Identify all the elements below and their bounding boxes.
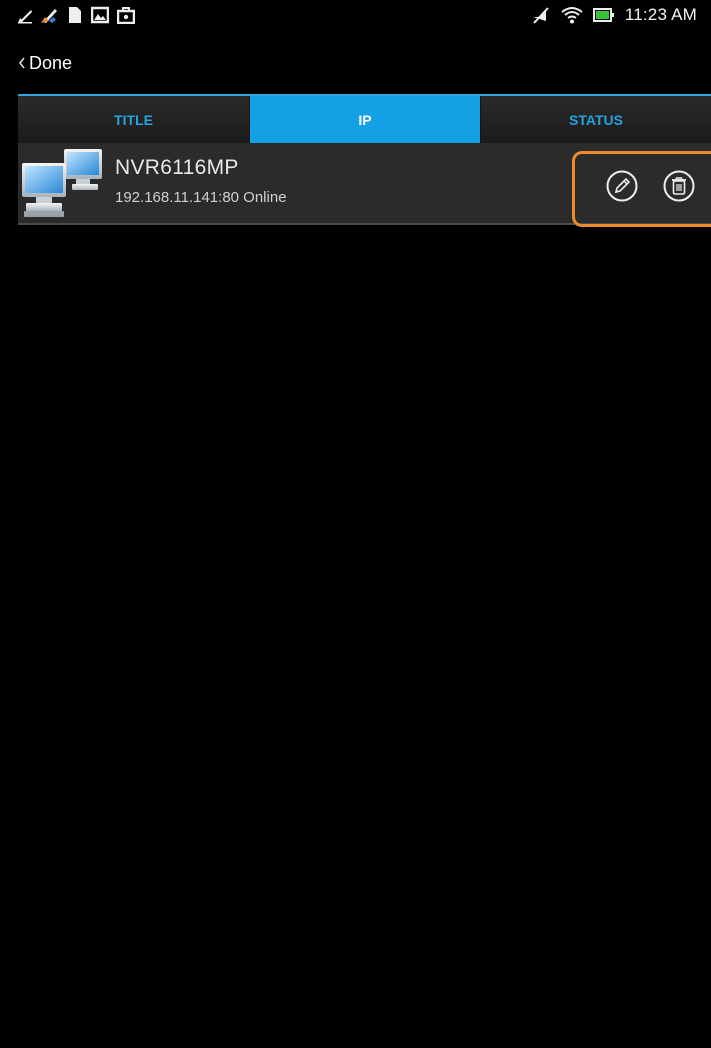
brush-icon <box>17 6 33 24</box>
device-list: NVR6116MP 192.168.11.141:80 Online <box>18 143 711 227</box>
done-button[interactable]: Done <box>18 48 72 78</box>
chevron-left-icon <box>18 57 25 69</box>
device-address: 192.168.11.141:80 Online <box>115 189 287 206</box>
header: Done <box>0 30 711 94</box>
computer-network-icon <box>20 147 108 226</box>
done-label: Done <box>29 52 73 73</box>
tab-ip[interactable]: IP <box>249 96 480 143</box>
trash-icon <box>663 170 695 202</box>
delete-button[interactable] <box>663 170 695 202</box>
broom-icon <box>40 6 60 24</box>
list-item[interactable]: NVR6116MP 192.168.11.141:80 Online <box>18 143 711 227</box>
image-icon <box>91 6 109 24</box>
status-bar: 11:23 AM <box>0 0 711 30</box>
sort-tabs: TITLE IP STATUS <box>18 96 711 143</box>
row-actions-highlight <box>572 151 711 227</box>
device-name: NVR6116MP <box>115 156 239 179</box>
document-icon <box>68 6 82 24</box>
battery-icon <box>592 7 615 23</box>
edit-button[interactable] <box>606 170 638 202</box>
clock: 11:23 AM <box>624 5 697 24</box>
status-indicators: 11:23 AM <box>531 0 697 30</box>
shopping-bag-icon <box>117 6 135 24</box>
mute-icon <box>531 6 551 24</box>
edit-icon <box>606 170 638 202</box>
tab-status[interactable]: STATUS <box>480 96 711 143</box>
tab-title[interactable]: TITLE <box>18 96 249 143</box>
wifi-icon <box>561 6 583 24</box>
